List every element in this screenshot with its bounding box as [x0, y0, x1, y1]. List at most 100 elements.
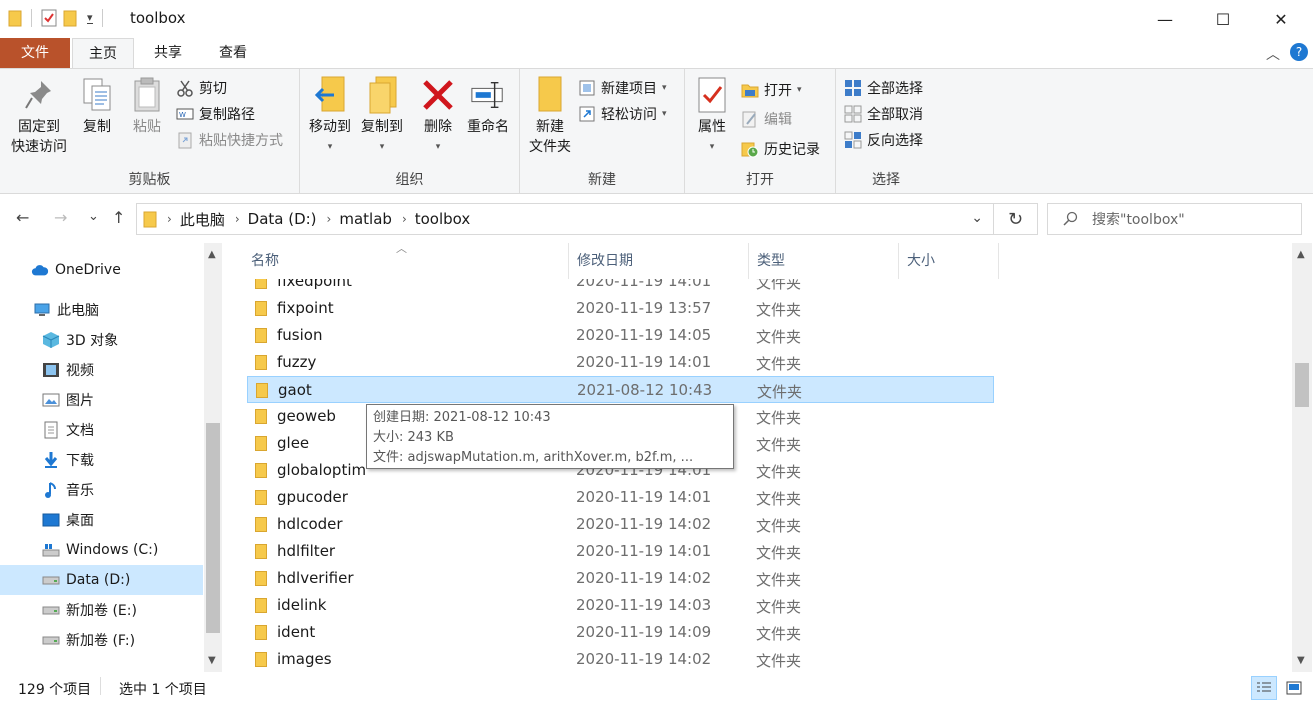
- nav-item-music[interactable]: 音乐: [0, 475, 203, 505]
- tab-share[interactable]: 共享: [138, 38, 198, 68]
- new-item-button[interactable]: 新建项目 ▾: [578, 77, 667, 99]
- select-none-button[interactable]: 全部取消: [844, 103, 923, 125]
- tab-file[interactable]: 文件: [0, 38, 70, 68]
- copy-icon: [79, 75, 115, 115]
- refresh-button[interactable]: ↻: [994, 203, 1038, 235]
- nav-item-downloads[interactable]: 下载: [0, 445, 203, 475]
- nav-item-pictures[interactable]: 图片: [0, 385, 203, 415]
- nav-item-desktop[interactable]: 桌面: [0, 505, 203, 535]
- file-row[interactable]: gpucoder 2020-11-19 14:01 文件夹: [247, 484, 994, 511]
- breadcrumb-this-pc[interactable]: 此电脑: [180, 209, 225, 230]
- minimize-button[interactable]: —: [1140, 0, 1190, 38]
- file-type: 文件夹: [757, 383, 803, 401]
- nav-item-label: 文档: [66, 423, 94, 439]
- search-box[interactable]: 搜索"toolbox": [1047, 203, 1302, 235]
- details-view-button[interactable]: [1251, 676, 1277, 700]
- up-button[interactable]: ↑: [112, 208, 125, 227]
- copy-button[interactable]: 复制: [74, 75, 120, 137]
- column-header-name[interactable]: 名称 ︿: [243, 242, 569, 279]
- file-row[interactable]: fixpoint 2020-11-19 13:57 文件夹: [247, 295, 994, 322]
- properties-button[interactable]: 属性 ▾: [691, 75, 733, 157]
- nav-item-3d-objects[interactable]: 3D 对象: [0, 325, 203, 355]
- file-list-scrollbar-thumb[interactable]: [1295, 363, 1309, 407]
- column-header-size[interactable]: 大小: [899, 243, 999, 279]
- rename-button[interactable]: 重命名: [462, 75, 514, 137]
- file-row[interactable]: hdlcoder 2020-11-19 14:02 文件夹: [247, 511, 994, 538]
- breadcrumb-separator[interactable]: ›: [167, 212, 172, 226]
- file-name: idelink: [277, 596, 327, 614]
- large-icons-view-button[interactable]: [1281, 676, 1307, 700]
- history-button[interactable]: 历史记录: [741, 138, 820, 160]
- open-button[interactable]: 打开 ▾: [741, 79, 802, 101]
- music-icon: [42, 482, 60, 498]
- new-folder-icon[interactable]: [63, 9, 77, 27]
- help-icon[interactable]: ?: [1290, 43, 1308, 61]
- file-row[interactable]: idelink 2020-11-19 14:03 文件夹: [247, 592, 994, 619]
- breadcrumb-separator[interactable]: ›: [235, 212, 240, 226]
- column-header-modified[interactable]: 修改日期: [569, 243, 749, 279]
- forward-button[interactable]: →: [54, 208, 67, 227]
- select-all-button[interactable]: 全部选择: [844, 77, 923, 99]
- scroll-down-arrow[interactable]: ▼: [208, 655, 216, 666]
- select-all-label: 全部选择: [867, 81, 923, 97]
- nav-item-documents[interactable]: 文档: [0, 415, 203, 445]
- invert-selection-button[interactable]: 反向选择: [844, 129, 923, 151]
- close-button[interactable]: ✕: [1256, 0, 1306, 38]
- nav-item-videos[interactable]: 视频: [0, 355, 203, 385]
- file-row[interactable]: hdlverifier 2020-11-19 14:02 文件夹: [247, 565, 994, 592]
- customize-qat-caret[interactable]: ▾: [87, 12, 93, 24]
- quick-access-toolbar: ▾: [8, 9, 106, 27]
- file-row[interactable]: fusion 2020-11-19 14:05 文件夹: [247, 322, 994, 349]
- new-folder-button[interactable]: 新建 文件夹: [524, 75, 576, 157]
- breadcrumb-separator[interactable]: ›: [327, 212, 332, 226]
- scroll-up-arrow[interactable]: ▲: [1297, 249, 1305, 260]
- address-bar[interactable]: › 此电脑 › Data (D:) › matlab › toolbox ⌄: [136, 203, 994, 235]
- move-to-button[interactable]: 移动到 ▾: [304, 75, 356, 157]
- scroll-up-arrow[interactable]: ▲: [208, 249, 216, 260]
- folder-icon: [255, 355, 267, 370]
- address-history-dropdown[interactable]: ⌄: [971, 210, 983, 226]
- breadcrumb-separator[interactable]: ›: [402, 212, 407, 226]
- pin-quick-access-button[interactable]: 固定到 快速访问: [6, 75, 72, 157]
- delete-button[interactable]: 删除 ▾: [416, 75, 460, 157]
- cut-button[interactable]: 剪切: [176, 77, 227, 99]
- nav-item-onedrive[interactable]: OneDrive: [0, 255, 203, 285]
- maximize-button[interactable]: ☐: [1198, 0, 1248, 38]
- file-row[interactable]: hdlfilter 2020-11-19 14:01 文件夹: [247, 538, 994, 565]
- breadcrumb-matlab[interactable]: matlab: [339, 210, 392, 228]
- nav-item-data-d[interactable]: Data (D:): [0, 565, 203, 595]
- nav-scrollbar[interactable]: ▲ ▼: [204, 243, 222, 672]
- nav-scrollbar-thumb[interactable]: [206, 423, 220, 633]
- tab-view[interactable]: 查看: [202, 38, 264, 68]
- paste-button[interactable]: 粘贴: [124, 75, 170, 137]
- paste-shortcut-button[interactable]: 粘贴快捷方式: [176, 129, 283, 151]
- file-list-scrollbar[interactable]: ▲ ▼: [1292, 243, 1312, 672]
- easy-access-button[interactable]: 轻松访问 ▾: [578, 103, 667, 125]
- recent-locations-button[interactable]: ⌄: [88, 209, 99, 224]
- column-header-type[interactable]: 类型: [749, 243, 899, 279]
- nav-item-this-pc[interactable]: 此电脑: [0, 295, 203, 325]
- scroll-down-arrow[interactable]: ▼: [1297, 655, 1305, 666]
- file-row[interactable]: images 2020-11-19 14:02 文件夹: [247, 646, 994, 672]
- file-type: 文件夹: [756, 517, 802, 535]
- nav-item-label: 此电脑: [57, 303, 99, 319]
- tab-home[interactable]: 主页: [72, 38, 134, 69]
- nav-item-label: Data (D:): [66, 572, 131, 588]
- back-button[interactable]: ←: [16, 208, 29, 227]
- copy-path-button[interactable]: W 复制路径: [176, 103, 255, 125]
- properties-icon[interactable]: [41, 9, 57, 27]
- nav-item-label: OneDrive: [55, 262, 121, 278]
- breadcrumb-toolbox[interactable]: toolbox: [415, 210, 471, 228]
- file-row[interactable]: gaot 2021-08-12 10:43 文件夹: [247, 376, 994, 403]
- nav-item-label: 音乐: [66, 483, 94, 499]
- file-row[interactable]: fuzzy 2020-11-19 14:01 文件夹: [247, 349, 994, 376]
- nav-item-volume-e[interactable]: 新加卷 (E:): [0, 595, 203, 625]
- nav-item-windows-c[interactable]: Windows (C:): [0, 535, 203, 565]
- breadcrumb-data-d[interactable]: Data (D:): [248, 210, 317, 228]
- file-row[interactable]: ident 2020-11-19 14:09 文件夹: [247, 619, 994, 646]
- collapse-ribbon-icon[interactable]: ︿: [1266, 44, 1280, 64]
- edit-button[interactable]: 编辑: [741, 108, 792, 130]
- nav-item-volume-f[interactable]: 新加卷 (F:): [0, 625, 203, 655]
- copy-to-button[interactable]: 复制到 ▾: [356, 75, 408, 157]
- paste-shortcut-icon: [178, 132, 192, 149]
